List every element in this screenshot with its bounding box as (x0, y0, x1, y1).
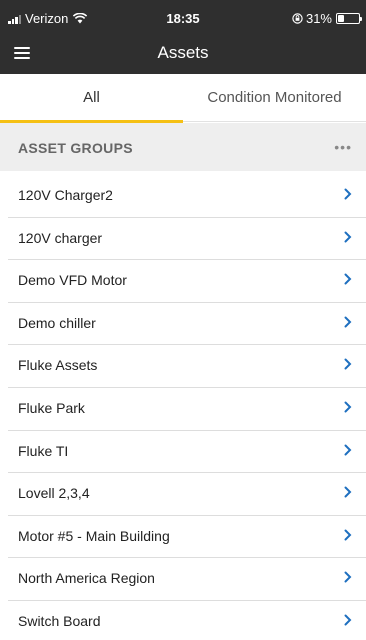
asset-group-row[interactable]: Demo chiller (8, 303, 366, 346)
asset-group-row[interactable]: Lovell 2,3,4 (8, 473, 366, 516)
chevron-right-icon (344, 571, 352, 583)
asset-group-label: Fluke Assets (18, 357, 98, 374)
asset-group-row[interactable]: Fluke TI (8, 431, 366, 474)
tab-condition-monitored[interactable]: Condition Monitored (183, 74, 366, 122)
orientation-lock-icon (292, 13, 303, 24)
status-right: 31% (292, 11, 362, 26)
tab-bar: All Condition Monitored (0, 74, 366, 123)
tab-all[interactable]: All (0, 74, 183, 123)
asset-group-label: 120V Charger2 (18, 187, 113, 203)
asset-group-row[interactable]: Fluke Assets (8, 345, 366, 388)
asset-group-label: Demo chiller (18, 314, 96, 331)
battery-icon (336, 13, 362, 24)
status-bar: Verizon 18:35 31% (0, 0, 366, 34)
asset-group-row[interactable]: Motor #5 - Main Building (8, 516, 366, 559)
asset-group-label: 120V charger (18, 229, 103, 246)
chevron-right-icon (344, 273, 352, 285)
chevron-right-icon (344, 401, 352, 413)
page-title: Assets (157, 43, 209, 62)
chevron-right-icon (344, 486, 352, 498)
chevron-right-icon (344, 529, 352, 541)
chevron-right-icon (344, 614, 352, 626)
chevron-right-icon (344, 231, 352, 243)
asset-groups-header: ASSET GROUPS ••• (0, 123, 366, 171)
hamburger-menu-icon[interactable] (12, 44, 34, 62)
section-title: ASSET GROUPS (18, 140, 133, 156)
asset-group-row[interactable]: Fluke Park (8, 388, 366, 431)
asset-group-label: Demo VFD Motor (18, 272, 127, 289)
chevron-right-icon (344, 358, 352, 370)
nav-bar: Assets (0, 34, 366, 74)
asset-group-row[interactable]: North America Region (8, 558, 366, 601)
asset-group-row[interactable]: Demo VFD Motor (8, 260, 366, 303)
asset-group-label: Lovell 2,3,4 (18, 485, 90, 502)
more-options-icon[interactable]: ••• (334, 139, 352, 155)
asset-group-label: North America Region (18, 570, 155, 587)
asset-group-row[interactable]: 120V charger (8, 218, 366, 261)
asset-group-row[interactable]: Switch Board (8, 601, 366, 640)
asset-group-list: 120V Charger2 120V charger Demo VFD Motor D… (0, 175, 366, 640)
asset-group-label: Motor #5 - Main Building (18, 527, 170, 544)
asset-group-row[interactable]: 120V Charger2 (8, 175, 366, 218)
chevron-right-icon (344, 444, 352, 456)
battery-percent: 31% (305, 11, 332, 26)
asset-group-label: Fluke Park (18, 399, 85, 416)
chevron-right-icon (344, 188, 352, 200)
asset-group-label: Switch Board (18, 612, 101, 629)
battery-fill (338, 15, 344, 22)
top-bar: Verizon 18:35 31% Assets (0, 0, 366, 74)
asset-group-label: Fluke TI (18, 442, 69, 459)
chevron-right-icon (344, 316, 352, 328)
